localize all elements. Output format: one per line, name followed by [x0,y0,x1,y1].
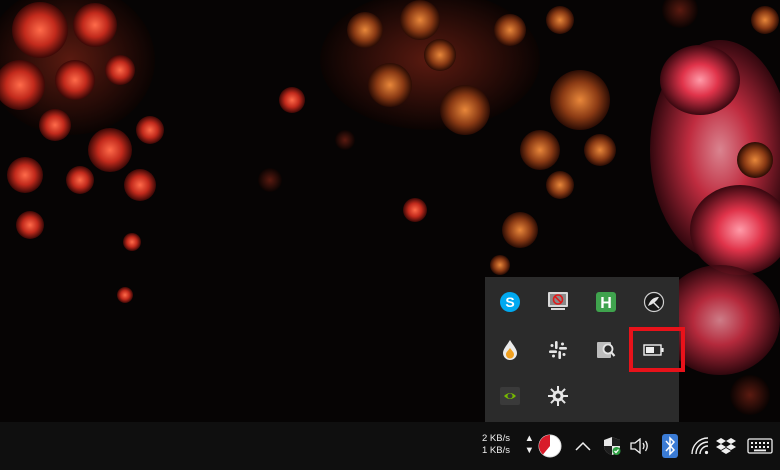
drop-app-icon[interactable] [490,330,530,370]
wifi-icon[interactable] [688,434,712,458]
bluetooth-icon[interactable] [659,432,681,460]
svg-text:S: S [505,294,514,310]
skype-icon[interactable]: S [490,282,530,322]
magnifier-app-icon[interactable] [586,330,626,370]
h-app-icon[interactable]: H [586,282,626,322]
upload-speed: 2 KB/s [482,433,510,444]
pie-chart-icon[interactable] [536,432,564,460]
download-speed: 1 KB/s [482,445,510,456]
highlight-box [629,327,685,372]
download-arrow-icon: ▼ [524,445,534,456]
slack-icon[interactable] [538,330,578,370]
speaker-volume-icon[interactable] [628,434,652,458]
dropbox-icon[interactable] [714,434,738,458]
svg-text:H: H [600,295,612,312]
touch-keyboard-icon[interactable] [745,434,775,458]
network-speed-monitor[interactable]: 2 KB/s ▲ 1 KB/s ▼ [482,433,534,457]
upload-arrow-icon: ▲ [524,433,534,444]
show-hidden-icons-chevron-up-icon[interactable] [572,434,594,458]
windows-security-shield-icon[interactable] [600,434,624,458]
gear-app-icon[interactable] [538,376,578,416]
no-signal-monitor-icon[interactable] [538,282,578,322]
nvidia-icon[interactable] [490,376,530,416]
satellite-dish-icon[interactable] [634,282,674,322]
